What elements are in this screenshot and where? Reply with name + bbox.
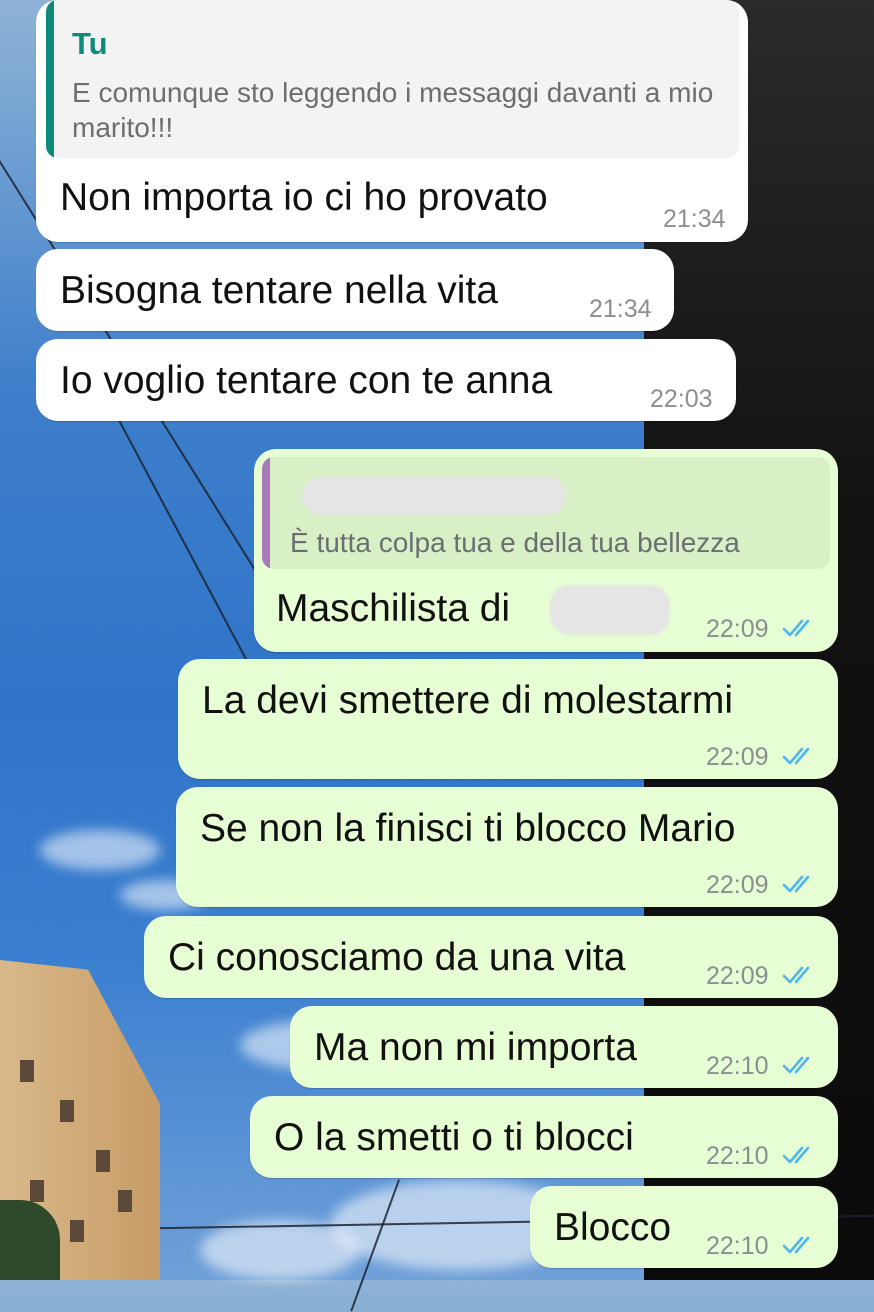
message-text: Maschilista di	[276, 587, 511, 630]
message-bubble-outgoing[interactable]: O la smetti o ti blocci 22:10	[250, 1096, 838, 1178]
message-text: Ma non mi importa	[314, 1026, 637, 1069]
quote-bar	[46, 0, 54, 158]
message-text: Io voglio tentare con te anna	[60, 359, 553, 402]
message-time: 22:10	[706, 1232, 769, 1260]
double-check-icon	[782, 619, 810, 637]
message-bubble-incoming[interactable]: Tu E comunque sto leggendo i messaggi da…	[36, 0, 748, 242]
message-time: 21:34	[589, 295, 652, 323]
wallpaper-window	[60, 1100, 74, 1122]
message-bubble-incoming[interactable]: Io voglio tentare con te anna 22:03	[36, 339, 736, 421]
quote-text: È tutta colpa tua e della tua bellezza	[290, 527, 740, 558]
message-time: 22:09	[706, 871, 769, 899]
redacted-word	[550, 585, 670, 635]
quote-text: E comunque sto leggendo i messaggi davan…	[72, 77, 714, 143]
message-bubble-outgoing[interactable]: Se non la finisci ti blocco Mario 22:09	[176, 787, 838, 907]
wallpaper-window	[118, 1190, 132, 1212]
message-text: O la smetti o ti blocci	[274, 1116, 634, 1159]
double-check-icon	[782, 1056, 810, 1074]
message-time: 22:09	[706, 615, 769, 643]
message-text: Bisogna tentare nella vita	[60, 269, 498, 312]
quote-author: Tu	[72, 26, 108, 61]
message-bubble-outgoing[interactable]: La devi smettere di molestarmi 22:09	[178, 659, 838, 779]
wallpaper-window	[30, 1180, 44, 1202]
double-check-icon	[782, 747, 810, 765]
redacted-author	[302, 477, 566, 515]
message-time: 22:09	[706, 743, 769, 771]
message-time: 21:34	[663, 205, 726, 233]
message-text: Se non la finisci ti blocco Mario	[200, 807, 736, 850]
double-check-icon	[782, 966, 810, 984]
message-time: 22:03	[650, 385, 713, 413]
quote-bar	[262, 457, 270, 569]
message-bubble-outgoing[interactable]: Blocco 22:10	[530, 1186, 838, 1268]
quoted-message[interactable]: Tu E comunque sto leggendo i messaggi da…	[46, 0, 739, 158]
double-check-icon	[782, 1236, 810, 1254]
message-time: 22:10	[706, 1142, 769, 1170]
message-text: Non importa io ci ho provato	[60, 176, 548, 219]
wallpaper-window	[70, 1220, 84, 1242]
message-text: Ci conosciamo da una vita	[168, 936, 626, 979]
message-text: La devi smettere di molestarmi	[202, 679, 734, 722]
message-bubble-outgoing[interactable]: Ma non mi importa 22:10	[290, 1006, 838, 1088]
message-time: 22:09	[706, 962, 769, 990]
wallpaper-window	[20, 1060, 34, 1082]
message-bubble-incoming[interactable]: Bisogna tentare nella vita 21:34	[36, 249, 674, 331]
message-text: Blocco	[554, 1206, 672, 1249]
wallpaper-cloud	[200, 1220, 360, 1280]
wallpaper-window	[96, 1150, 110, 1172]
message-bubble-outgoing[interactable]: Ci conosciamo da una vita 22:09	[144, 916, 838, 998]
double-check-icon	[782, 1146, 810, 1164]
quoted-message[interactable]: È tutta colpa tua e della tua bellezza	[262, 457, 830, 569]
double-check-icon	[782, 875, 810, 893]
wallpaper-cloud	[40, 830, 160, 870]
message-bubble-outgoing[interactable]: È tutta colpa tua e della tua bellezza M…	[254, 449, 838, 652]
message-time: 22:10	[706, 1052, 769, 1080]
